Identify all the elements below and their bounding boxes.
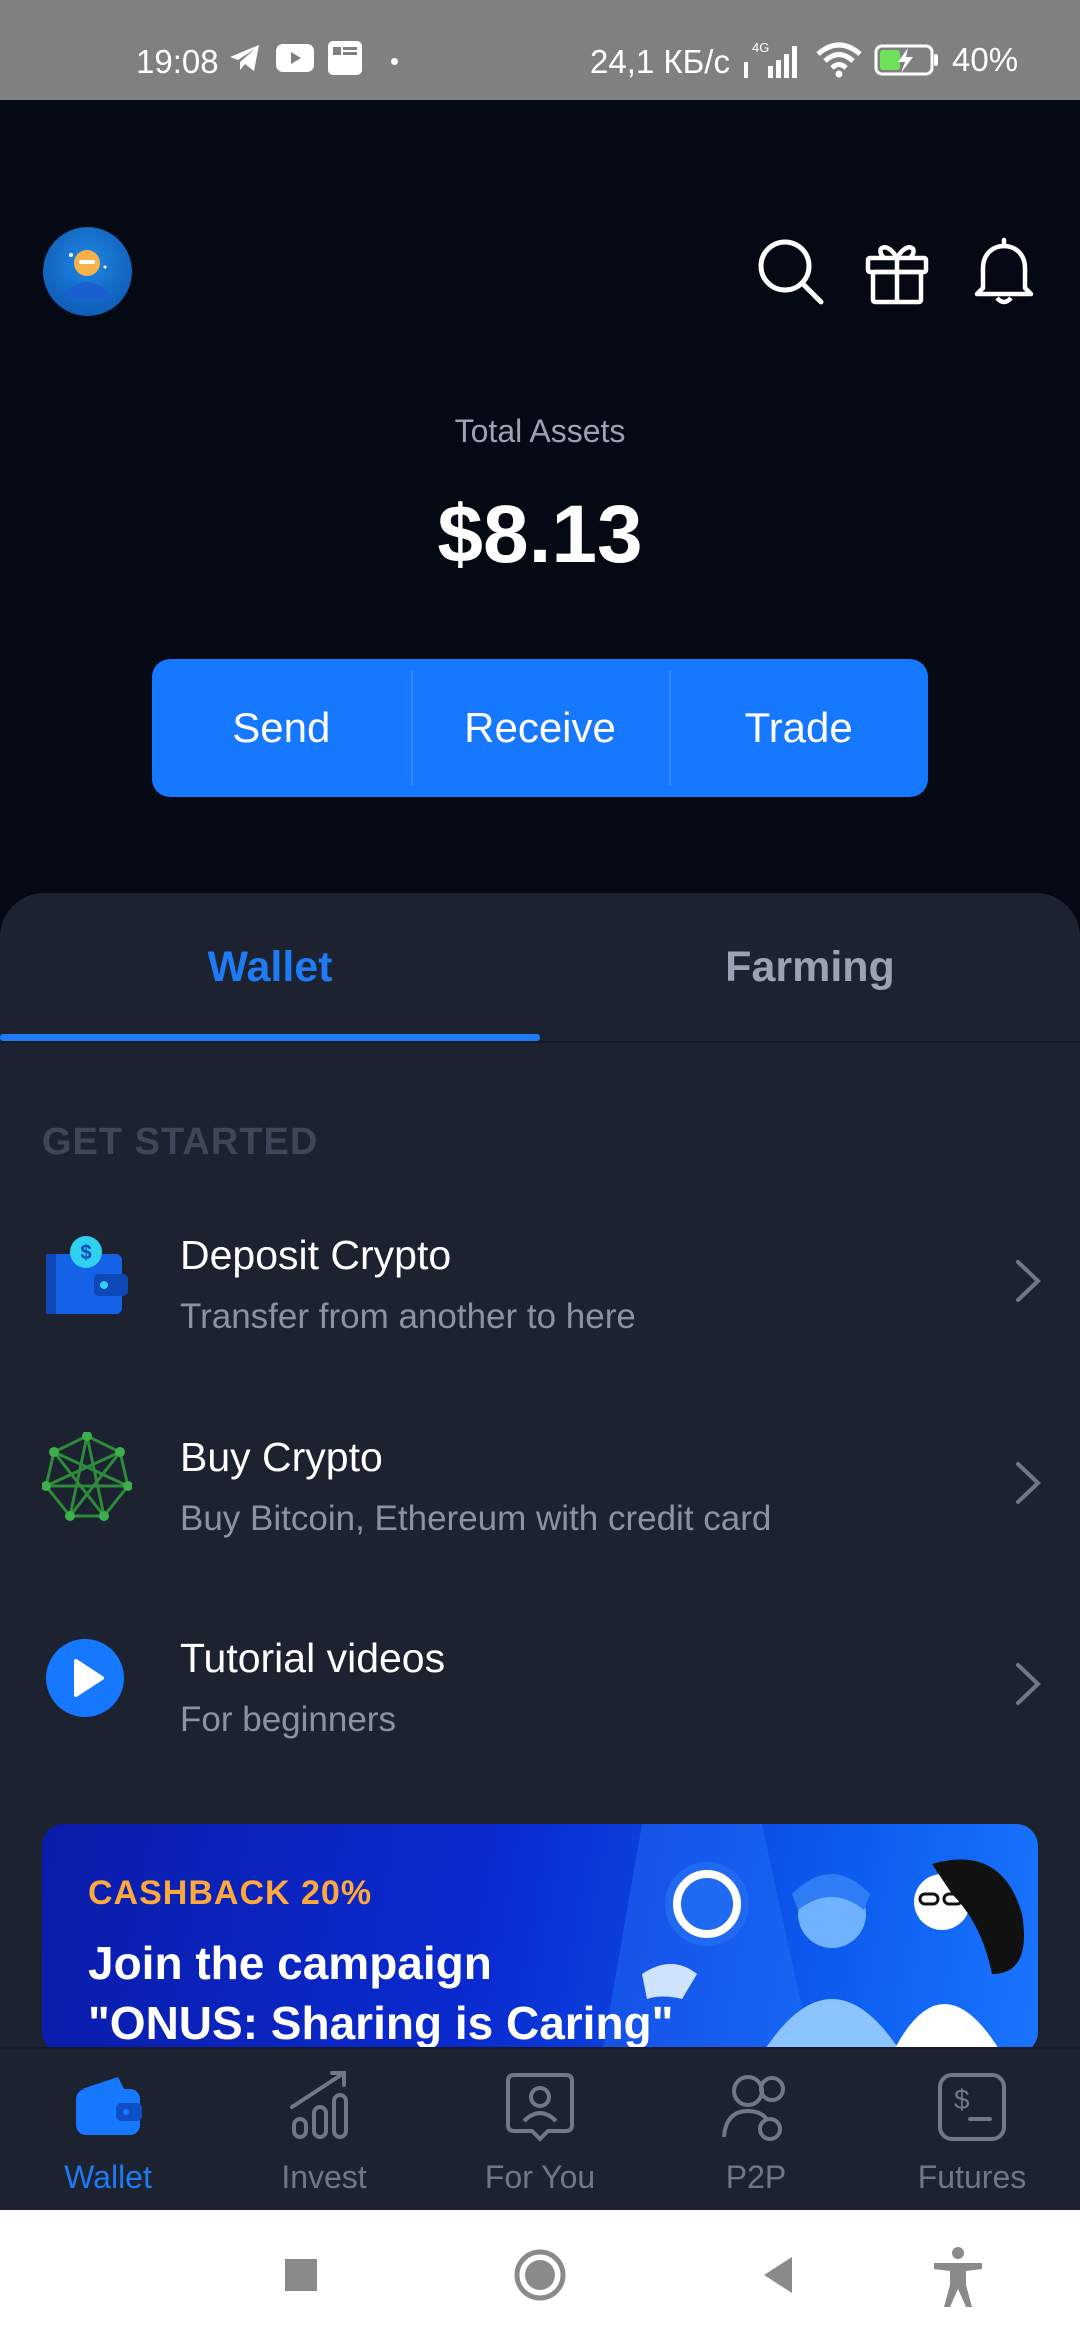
chevron-right-icon bbox=[1016, 1260, 1041, 1302]
bottom-nav: Wallet Invest For You P2P $ Futures bbox=[0, 2047, 1080, 2210]
content-sheet: Wallet Farming GET STARTED $ Deposit Cry… bbox=[0, 893, 1080, 2247]
status-time: 19:08 bbox=[136, 43, 219, 80]
item-subtitle: Buy Bitcoin, Ethereum with credit card bbox=[180, 1499, 772, 1538]
profile-card-icon bbox=[506, 2073, 574, 2142]
item-title: Deposit Crypto bbox=[180, 1232, 452, 1278]
banner-title-line1: Join the campaign bbox=[88, 1937, 492, 1989]
recents-icon[interactable] bbox=[281, 2245, 321, 2305]
accessibility-icon[interactable] bbox=[930, 2245, 986, 2309]
svg-text:$: $ bbox=[80, 1242, 91, 1264]
trade-button[interactable]: Trade bbox=[669, 659, 928, 797]
section-title: GET STARTED bbox=[42, 1121, 319, 1163]
tab-bar: Wallet Farming bbox=[0, 893, 1080, 1043]
home-icon[interactable] bbox=[512, 2245, 568, 2305]
system-nav-bar bbox=[0, 2210, 1080, 2340]
list-item-deposit-crypto[interactable]: $ Deposit Crypto Transfer from another t… bbox=[0, 1190, 1080, 1370]
youtube-icon bbox=[276, 44, 314, 72]
avatar-image bbox=[65, 250, 109, 299]
send-button[interactable]: Send bbox=[152, 659, 411, 797]
nav-label: For You bbox=[484, 2159, 596, 2195]
wifi-icon bbox=[816, 42, 862, 78]
total-assets-value: $8.13 bbox=[437, 489, 643, 580]
action-bar: Send Receive Trade bbox=[152, 659, 928, 797]
tab-wallet[interactable]: Wallet bbox=[0, 893, 540, 1041]
receive-button[interactable]: Receive bbox=[410, 659, 670, 797]
app-icon bbox=[328, 41, 362, 75]
nav-label: Futures bbox=[917, 2159, 1027, 2195]
nav-item-invest[interactable]: Invest bbox=[216, 2049, 432, 2210]
active-tab-indicator bbox=[0, 1034, 540, 1041]
item-subtitle: Transfer from another to here bbox=[180, 1297, 636, 1336]
status-bar: 19:08 24,1 КБ/с 4G 40% bbox=[0, 0, 1080, 100]
nav-label: P2P bbox=[725, 2159, 787, 2195]
svg-text:$: $ bbox=[954, 2084, 970, 2115]
banner-tag: CASHBACK 20% bbox=[88, 1874, 373, 1912]
campaign-banner[interactable]: CASHBACK 20% Join the campaign "ONUS: Sh… bbox=[42, 1824, 1038, 2054]
list-item-tutorial-videos[interactable]: Tutorial videos For beginners bbox=[0, 1593, 1080, 1773]
nav-item-wallet[interactable]: Wallet bbox=[0, 2049, 216, 2210]
chart-icon bbox=[290, 2071, 348, 2139]
network-nodes-icon bbox=[42, 1432, 132, 1521]
tab-farming[interactable]: Farming bbox=[540, 893, 1080, 1041]
futures-icon: $ bbox=[938, 2073, 1006, 2141]
network-type: 4G bbox=[752, 40, 769, 55]
banner-title-line2: "ONUS: Sharing is Caring" bbox=[88, 1997, 674, 2049]
chevron-right-icon bbox=[1016, 1462, 1041, 1504]
battery-charging-icon bbox=[874, 44, 938, 76]
telegram-icon bbox=[230, 45, 259, 71]
wallet-icon bbox=[76, 2077, 142, 2135]
search-icon[interactable] bbox=[755, 236, 825, 306]
network-speed: 24,1 КБ/с bbox=[590, 43, 730, 80]
battery-percent: 40% bbox=[952, 41, 1019, 78]
item-title: Buy Crypto bbox=[180, 1434, 383, 1480]
wallet-deposit-icon: $ bbox=[46, 1236, 128, 1314]
nav-item-p2p[interactable]: P2P bbox=[648, 2049, 864, 2210]
avatar[interactable] bbox=[43, 227, 132, 316]
status-dot bbox=[391, 58, 398, 65]
signal-icon: 4G bbox=[744, 40, 797, 78]
nav-item-for-you[interactable]: For You bbox=[432, 2049, 648, 2210]
gift-icon[interactable] bbox=[862, 236, 932, 306]
item-subtitle: For beginners bbox=[180, 1700, 396, 1739]
users-icon bbox=[722, 2075, 785, 2141]
item-title: Tutorial videos bbox=[180, 1635, 446, 1681]
chevron-right-icon bbox=[1016, 1663, 1041, 1705]
nav-label: Wallet bbox=[64, 2159, 152, 2195]
total-assets-label: Total Assets bbox=[454, 413, 626, 449]
play-icon bbox=[46, 1639, 124, 1717]
bell-icon[interactable] bbox=[969, 236, 1039, 306]
nav-label: Invest bbox=[281, 2159, 367, 2195]
list-item-buy-crypto[interactable]: Buy Crypto Buy Bitcoin, Ethereum with cr… bbox=[0, 1392, 1080, 1572]
back-icon[interactable] bbox=[756, 2245, 800, 2305]
nav-item-futures[interactable]: $ Futures bbox=[864, 2049, 1080, 2210]
